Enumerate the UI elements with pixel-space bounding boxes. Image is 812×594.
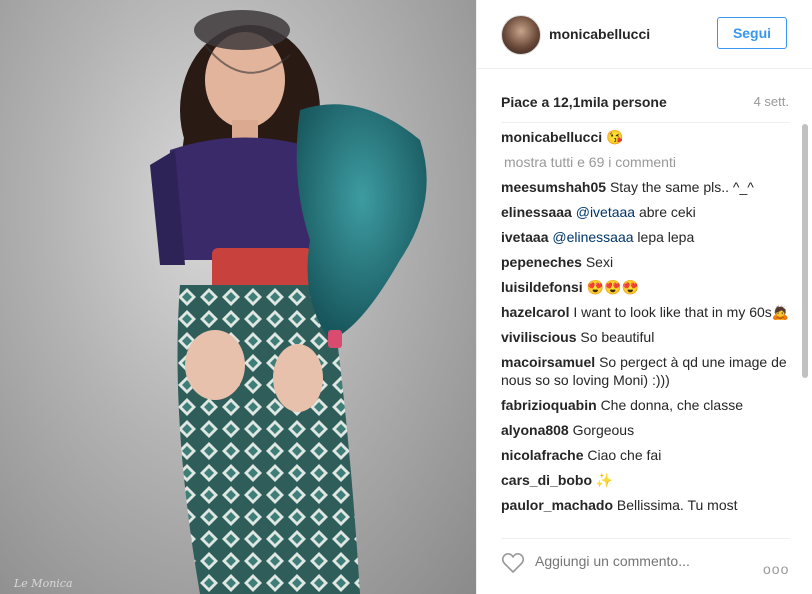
- post-photo: Le Monica: [0, 0, 476, 594]
- comment-text: Gorgeous: [572, 422, 635, 438]
- comment-text: Sexi: [585, 254, 614, 270]
- comment-footer: ooo: [477, 540, 812, 594]
- avatar[interactable]: [501, 15, 541, 55]
- post-author-username[interactable]: monicabellucci: [549, 26, 650, 42]
- comments-list: monicabellucci 😘 mostra tutti e 69 i com…: [501, 128, 791, 526]
- comment-username[interactable]: luisildefonsi: [501, 279, 583, 295]
- list-item: pepeneches Sexi: [501, 253, 791, 271]
- list-item: elinessaaa @ivetaaa abre ceki: [501, 203, 791, 221]
- list-item: viviliscious So beautiful: [501, 328, 791, 346]
- scrollbar-thumb[interactable]: [802, 124, 808, 378]
- comment-username[interactable]: elinessaaa: [501, 204, 572, 220]
- heart-outline-icon[interactable]: [501, 552, 525, 574]
- comment-username[interactable]: macoirsamuel: [501, 354, 595, 370]
- comment-username[interactable]: meesumshah05: [501, 179, 606, 195]
- comment-text: So beautiful: [580, 329, 655, 345]
- comment-text: I want to look like that in my 60s🙇: [573, 304, 790, 320]
- comment-username[interactable]: hazelcarol: [501, 304, 569, 320]
- comment-username[interactable]: pepeneches: [501, 254, 582, 270]
- list-item: ivetaaa @elinessaaa lepa lepa: [501, 228, 791, 246]
- comment-username[interactable]: ivetaaa: [501, 229, 548, 245]
- comment-text: Stay the same pls.. ^_^: [609, 179, 754, 195]
- list-item: cars_di_bobo ✨: [501, 471, 791, 489]
- comment-text: 😍😍😍: [586, 279, 639, 295]
- comment-username[interactable]: paulor_machado: [501, 497, 613, 513]
- comment-text: ✨: [595, 472, 614, 488]
- comment-username[interactable]: nicolafrache: [501, 447, 583, 463]
- likes-count[interactable]: Piace a 12,1mila persone: [501, 94, 667, 110]
- caption: monicabellucci 😘: [501, 128, 791, 146]
- post-header: monicabellucci Segui: [477, 0, 812, 69]
- comment-text: lepa lepa: [633, 229, 695, 245]
- follow-button[interactable]: Segui: [717, 17, 787, 49]
- list-item: luisildefonsi 😍😍😍: [501, 278, 791, 296]
- divider: [501, 538, 789, 539]
- list-item: paulor_machado Bellissima. Tu most: [501, 496, 791, 514]
- comment-username[interactable]: cars_di_bobo: [501, 472, 592, 488]
- comments-scrollbar[interactable]: [801, 124, 809, 528]
- divider: [501, 122, 789, 123]
- list-item: macoirsamuel So pergect à qd une image d…: [501, 353, 791, 389]
- comment-mention[interactable]: @ivetaaa: [576, 204, 635, 220]
- comment-text: Ciao che fai: [587, 447, 662, 463]
- add-comment-input[interactable]: [535, 553, 725, 569]
- comment-text: Che donna, che classe: [600, 397, 743, 413]
- list-item: fabrizioquabin Che donna, che classe: [501, 396, 791, 414]
- comment-mention[interactable]: @elinessaaa: [552, 229, 633, 245]
- caption-text: 😘: [606, 129, 624, 145]
- comment-text: abre ceki: [635, 204, 696, 220]
- comment-username[interactable]: alyona808: [501, 422, 569, 438]
- comment-text: Bellissima. Tu most: [616, 497, 738, 513]
- list-item: alyona808 Gorgeous: [501, 421, 791, 439]
- comment-username[interactable]: viviliscious: [501, 329, 576, 345]
- list-item: nicolafrache Ciao che fai: [501, 446, 791, 464]
- list-item: hazelcarol I want to look like that in m…: [501, 303, 791, 321]
- photo-watermark: Le Monica: [14, 577, 73, 590]
- comment-username[interactable]: fabrizioquabin: [501, 397, 597, 413]
- more-options-icon[interactable]: ooo: [763, 561, 789, 577]
- post-side-panel: monicabellucci Segui Piace a 12,1mila pe…: [476, 0, 812, 594]
- list-item: meesumshah05 Stay the same pls.. ^_^: [501, 178, 791, 196]
- woman-portrait-image: [150, 10, 427, 594]
- post-timestamp[interactable]: 4 sett.: [754, 94, 789, 109]
- caption-username[interactable]: monicabellucci: [501, 129, 602, 145]
- show-all-comments-link[interactable]: mostra tutti e 69 i commenti: [504, 153, 791, 171]
